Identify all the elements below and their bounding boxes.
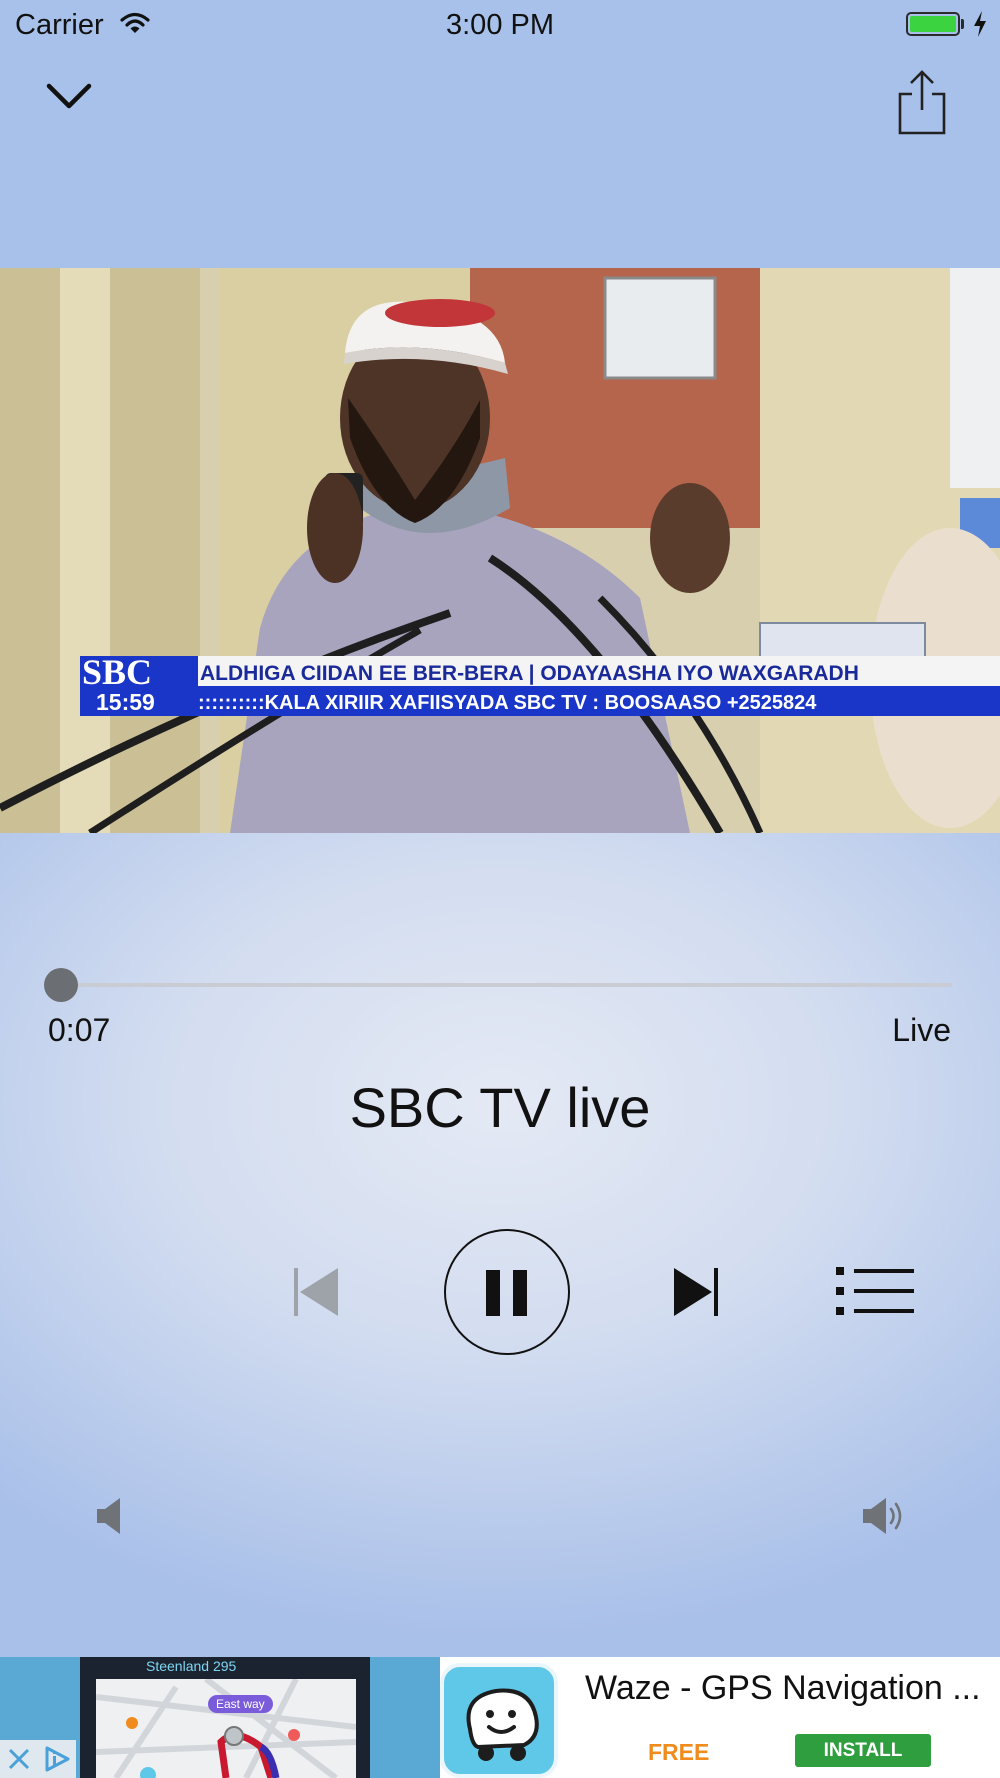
battery-tip (961, 19, 964, 29)
ad-map-street: Steenland 295 (146, 1658, 237, 1674)
status-time: 3:00 PM (446, 9, 554, 41)
playlist-icon[interactable] (835, 1266, 915, 1321)
ad-title[interactable]: Waze - GPS Navigation ... (585, 1669, 981, 1708)
next-track-icon[interactable] (672, 1266, 722, 1323)
ticker-crawl: ::::::::::KALA XIRIIR XAFIISYADA SBC TV … (198, 692, 817, 714)
ticker-time: 15:59 (96, 689, 155, 715)
pause-icon (486, 1270, 527, 1316)
status-bar: Carrier 3:00 PM (0, 0, 1000, 50)
video-player[interactable]: SBC ALDHIGA CIIDAN EE BER-BERA | ODAYAAS… (0, 268, 1000, 833)
track-title: SBC TV live (349, 1076, 651, 1139)
ad-install-button[interactable]: INSTALL (795, 1734, 931, 1767)
ad-price: FREE (648, 1739, 710, 1765)
waze-icon[interactable] (440, 1663, 558, 1778)
player-header (0, 50, 1000, 268)
charging-bolt-icon (972, 10, 988, 43)
volume-low-icon (96, 1497, 124, 1540)
close-icon[interactable] (0, 1740, 38, 1778)
share-icon[interactable] (895, 70, 949, 141)
ad-banner[interactable]: Steenland 295 East way Waze - GPS Naviga… (0, 1657, 1000, 1778)
progress-track[interactable] (62, 983, 952, 987)
elapsed-time: 0:07 (48, 1012, 111, 1048)
ad-map-bubble: East way (208, 1695, 273, 1713)
chevron-down-icon[interactable] (45, 80, 93, 117)
previous-track-icon[interactable] (292, 1266, 342, 1323)
pause-button[interactable] (443, 1228, 571, 1361)
ticker-channel: SBC (82, 652, 152, 692)
live-label: Live (892, 1012, 951, 1048)
adchoices-icon[interactable] (38, 1740, 76, 1778)
ticker-headline: ALDHIGA CIIDAN EE BER-BERA | ODAYAASHA I… (200, 662, 859, 685)
ad-map-image: Steenland 295 East way (96, 1657, 356, 1778)
progress-thumb[interactable] (44, 968, 78, 1002)
battery-icon (906, 12, 960, 36)
volume-high-icon (862, 1497, 906, 1540)
